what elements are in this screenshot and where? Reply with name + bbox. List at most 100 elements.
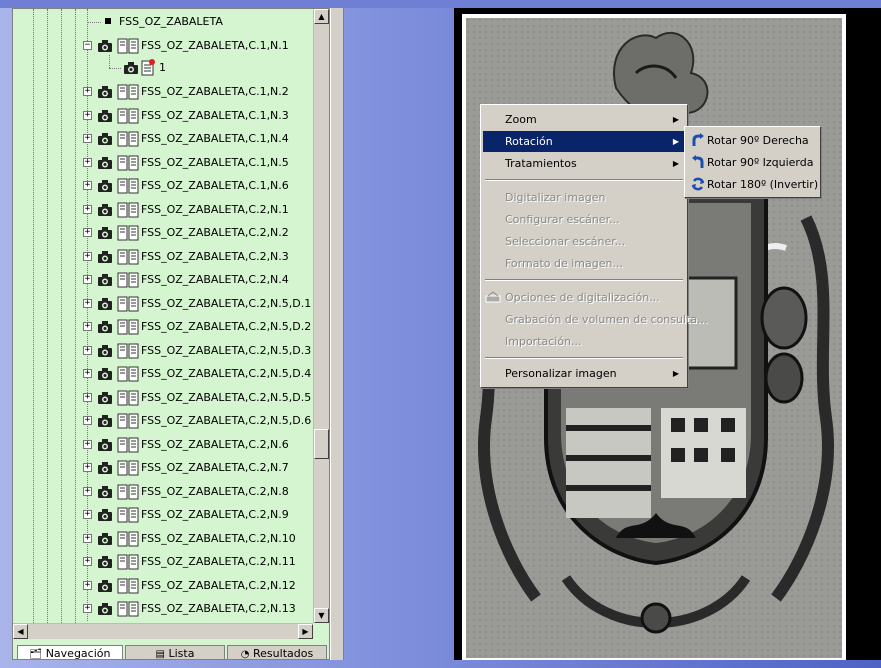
menu-item-rotar-180[interactable]: Rotar 180º (Invertir) [687,174,818,195]
image-page-icon [141,59,155,76]
collapse-icon[interactable]: − [83,41,92,50]
tree-node-label: FSS_OZ_ZABALETA,C.1,N.5 [141,155,289,169]
menu-item-opciones-digitalizacion[interactable]: Opciones de digitalización... [483,287,685,308]
tree-node-label: FSS_OZ_ZABALETA,C.2,N.7 [141,461,289,474]
expand-icon[interactable]: + [83,134,92,143]
tree-node-label: FSS_OZ_ZABALETA,C.2,N.11 [141,555,296,568]
menu-item-seleccionar-escaner[interactable]: Seleccionar escáner... [483,231,685,252]
vertical-scrollbar[interactable]: ▲ ▼ [313,9,329,623]
document-book-icon [117,554,139,570]
document-book-icon [117,319,139,335]
menu-separator [485,279,683,281]
tree-node[interactable]: + FSS_OZ_ZABALETA,C.2,N.5,D.3 [13,342,313,360]
expand-icon[interactable]: + [83,580,92,590]
tab-resultados[interactable]: ◔ Resultados [227,645,327,659]
menu-item-digitalizar-imagen[interactable]: Digitalizar imagen [483,187,685,208]
menu-item-configurar-escaner[interactable]: Configurar escáner... [483,209,685,230]
document-book-icon [117,507,139,523]
tree-node-label: FSS_OZ_ZABALETA [119,15,223,28]
tree-node[interactable]: + FSS_OZ_ZABALETA,C.2,N.2 [13,224,313,242]
tree-node[interactable]: + FSS_OZ_ZABALETA,C.2,N.9 [13,506,313,524]
scroll-down-button[interactable]: ▼ [314,608,329,623]
tree-node[interactable]: + FSS_OZ_ZABALETA,C.1,N.5 [13,154,313,172]
menu-item-rotacion[interactable]: Rotación ▶ [483,131,685,152]
camera-icon [98,203,112,216]
tree-node[interactable]: + FSS_OZ_ZABALETA,C.2,N.6 [13,436,313,454]
document-book-icon [117,225,139,241]
document-book-icon [117,437,139,452]
rotate-left-icon [692,155,704,168]
tree-node[interactable]: + FSS_OZ_ZABALETA,C.1,N.4 [13,130,313,148]
scroll-up-button[interactable]: ▲ [314,9,329,24]
expand-icon[interactable]: + [83,369,92,378]
tree-node[interactable]: + FSS_OZ_ZABALETA,C.2,N.8 [13,483,313,501]
expand-icon[interactable]: + [83,251,92,261]
menu-item-zoom[interactable]: Zoom ▶ [483,109,685,130]
camera-icon [98,40,112,52]
menu-item-tratamientos[interactable]: Tratamientos ▶ [483,153,685,174]
tree-node[interactable]: + FSS_OZ_ZABALETA,C.2,N.1 [13,201,313,219]
menu-item-formato-imagen[interactable]: Formato de imagen... [483,253,685,274]
expand-icon[interactable]: + [83,275,92,284]
expand-icon[interactable]: + [83,298,92,308]
tree-node[interactable]: + FSS_OZ_ZABALETA,C.1,N.3 [13,107,313,125]
expand-icon[interactable]: + [83,228,92,237]
tree-node-root[interactable]: FSS_OZ_ZABALETA [13,13,313,31]
tree-node-child[interactable]: 1 [13,55,313,77]
tree-node[interactable]: + FSS_OZ_ZABALETA,C.1,N.2 [13,83,313,101]
tree-node-label: 1 [159,61,166,74]
tree-node[interactable]: + FSS_OZ_ZABALETA,C.2,N.5,D.5 [13,389,313,407]
menu-item-label: Opciones de digitalización... [505,291,660,304]
expand-icon[interactable]: + [83,110,92,120]
tree-node-label: FSS_OZ_ZABALETA,C.1,N.1 [141,39,289,52]
expand-icon[interactable]: + [83,463,92,472]
tab-lista[interactable]: ▤ Lista [125,645,225,659]
expand-icon[interactable]: + [83,486,92,496]
tree-node[interactable]: + FSS_OZ_ZABALETA,C.2,N.11 [13,553,313,571]
tree-node-label: FSS_OZ_ZABALETA,C.2,N.9 [141,508,289,521]
tree-node-expanded[interactable]: − FSS_OZ_ZABALETA,C.1,N.1 [13,37,313,55]
tree-node[interactable]: + FSS_OZ_ZABALETA,C.2,N.3 [13,248,313,266]
expand-icon[interactable]: + [83,510,92,519]
expand-icon[interactable]: + [83,322,92,331]
document-book-icon [117,202,139,217]
menu-item-rotar-90-izquierda[interactable]: Rotar 90º Izquierda [687,152,818,173]
tree-node[interactable]: + FSS_OZ_ZABALETA,C.2,N.12 [13,577,313,595]
expand-icon[interactable]: + [83,604,92,613]
menu-item-personalizar-imagen[interactable]: Personalizar imagen ▶ [483,363,685,384]
scroll-right-button[interactable]: ▶ [298,624,313,639]
tree-node[interactable]: + FSS_OZ_ZABALETA,C.2,N.5,D.6 [13,412,313,430]
expand-icon[interactable]: + [83,204,92,214]
tree-node-label: FSS_OZ_ZABALETA,C.1,N.3 [141,108,289,122]
expand-icon[interactable]: + [83,533,92,543]
expand-icon[interactable]: + [83,87,92,96]
submenu-arrow-icon: ▶ [672,159,679,168]
expand-icon[interactable]: + [83,392,92,402]
tree-node[interactable]: + FSS_OZ_ZABALETA,C.2,N.10 [13,530,313,548]
menu-item-grabacion-volumen[interactable]: Grabación de volumen de consulta... [483,309,708,330]
tree-node[interactable]: + FSS_OZ_ZABALETA,C.1,N.6 [13,177,313,195]
expand-icon[interactable]: + [83,157,92,167]
expand-icon[interactable]: + [83,181,92,190]
expand-icon[interactable]: + [83,557,92,566]
tree-node-label: FSS_OZ_ZABALETA,C.2,N.5,D.2 [141,320,312,333]
horizontal-scrollbar[interactable]: ◀ ▶ [13,623,313,639]
tree-node[interactable]: + FSS_OZ_ZABALETA,C.2,N.7 [13,459,313,477]
expand-icon[interactable]: + [83,439,92,449]
tree-node[interactable]: + FSS_OZ_ZABALETA,C.2,N.5,D.4 [13,365,313,383]
document-book-icon [117,108,139,123]
tree-node[interactable]: + FSS_OZ_ZABALETA,C.2,N.13 [13,600,313,618]
tree-view[interactable]: FSS_OZ_ZABALETA − FSS_OZ_ZABALETA,C.1,N.… [13,9,313,623]
tree-node[interactable]: + FSS_OZ_ZABALETA,C.2,N.5,D.2 [13,318,313,336]
tree-node[interactable]: + FSS_OZ_ZABALETA,C.2,N.5,D.1 [13,295,313,313]
context-menu: Zoom ▶ Rotación ▶ Tratamientos ▶ Digital… [480,104,708,388]
expand-icon[interactable]: + [83,416,92,425]
scroll-thumb[interactable] [314,429,329,459]
panel-splitter[interactable] [330,8,344,660]
tab-navegacion[interactable]: 🗂 Navegación [17,645,123,659]
menu-item-importacion[interactable]: Importación... [483,331,685,352]
tree-node[interactable]: + FSS_OZ_ZABALETA,C.2,N.4 [13,271,313,289]
expand-icon[interactable]: + [83,345,92,355]
scroll-left-button[interactable]: ◀ [13,624,28,639]
menu-item-rotar-90-derecha[interactable]: Rotar 90º Derecha [687,130,818,151]
